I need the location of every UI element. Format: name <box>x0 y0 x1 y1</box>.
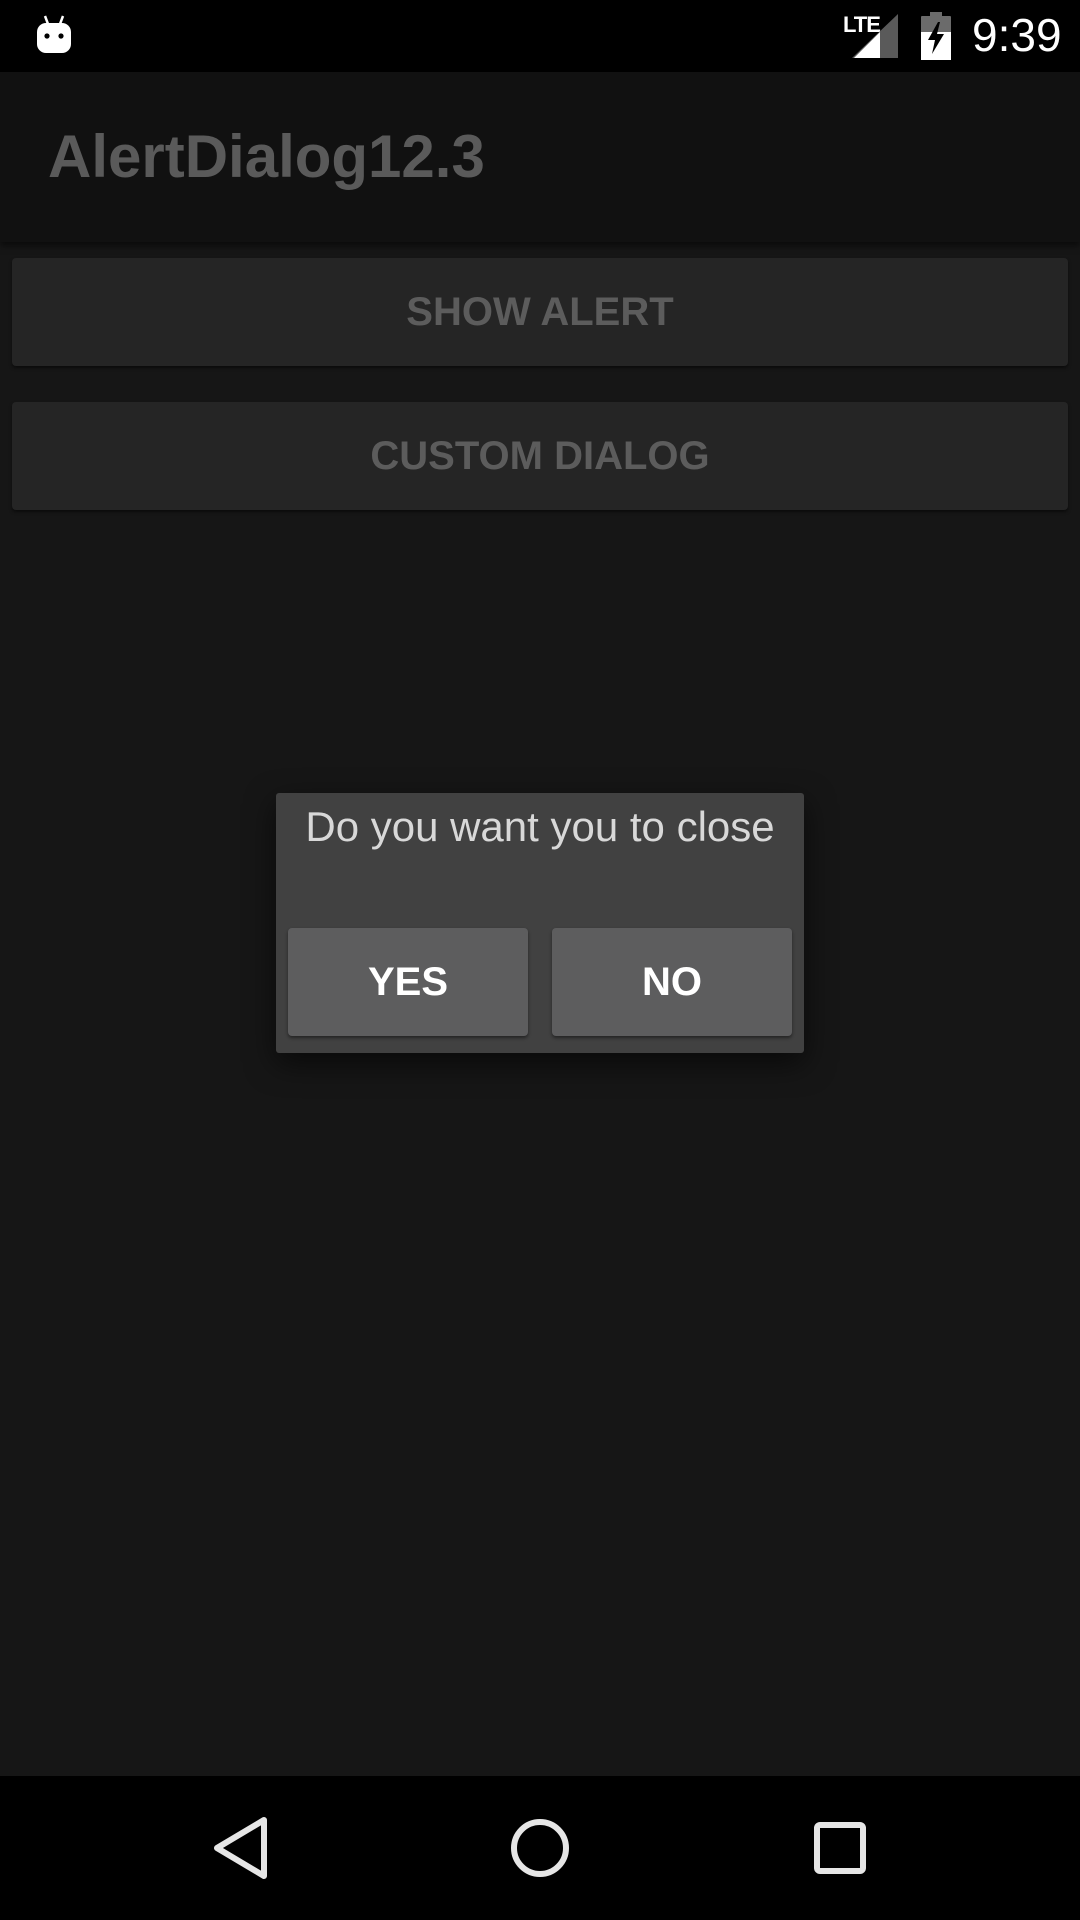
no-button[interactable]: NO <box>552 928 792 1036</box>
back-icon[interactable] <box>190 1798 290 1898</box>
status-clock: 9:39 <box>972 9 1062 61</box>
show-alert-button[interactable]: SHOW ALERT <box>12 258 1068 366</box>
alert-dialog: Do you want you to close YES NO <box>276 793 804 1053</box>
navigation-bar <box>0 1776 1080 1920</box>
app-title: AlertDialog12.3 <box>48 123 485 190</box>
status-bar: LTE 9:39 <box>0 0 1080 72</box>
app-bar: AlertDialog12.3 <box>0 72 1080 242</box>
signal-icon <box>852 14 898 58</box>
recents-icon[interactable] <box>790 1798 890 1898</box>
battery-charging-icon <box>921 12 951 60</box>
home-icon[interactable] <box>490 1798 590 1898</box>
dialog-message: Do you want you to close <box>305 803 775 850</box>
screen: LTE 9:39 AlertDialog12.3 SHOW ALERT CUST… <box>0 0 1080 1920</box>
notification-android-icon <box>37 15 71 53</box>
yes-button[interactable]: YES <box>288 928 528 1036</box>
custom-dialog-button[interactable]: CUSTOM DIALOG <box>12 402 1068 510</box>
